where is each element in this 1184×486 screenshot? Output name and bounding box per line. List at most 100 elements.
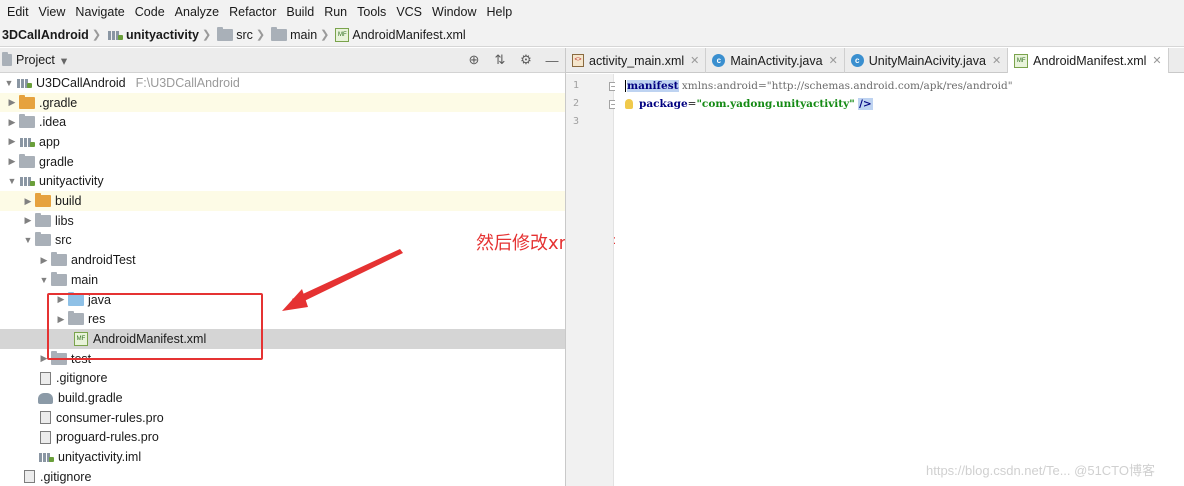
tree-item[interactable]: ▶ gradle (0, 152, 565, 172)
menu-tools[interactable]: Tools (352, 5, 391, 19)
tree-item[interactable]: ▶ libs (0, 211, 565, 231)
breadcrumb-module[interactable]: unityactivity (103, 28, 199, 42)
file-icon (40, 371, 51, 385)
gear-icon[interactable]: ⚙ (513, 52, 539, 68)
tree-item[interactable]: ▶ .idea (0, 112, 565, 132)
chevron-right-icon[interactable]: ▶ (5, 97, 19, 108)
breadcrumb-label: AndroidManifest.xml (352, 27, 466, 42)
folder-icon (19, 114, 35, 129)
tab-label: AndroidManifest.xml (1033, 53, 1147, 68)
file-icon (40, 430, 51, 444)
chevron-down-icon[interactable]: ▼ (21, 235, 35, 245)
collapse-icon[interactable]: ⇅ (487, 52, 513, 68)
chevron-right-icon[interactable]: ▶ (5, 156, 19, 167)
chevron-down-icon[interactable]: ▼ (2, 78, 16, 88)
menu-navigate[interactable]: Navigate (70, 5, 129, 19)
lightbulb-icon[interactable] (625, 99, 633, 109)
hide-icon[interactable]: — (539, 53, 565, 68)
menu-view[interactable]: View (34, 5, 71, 19)
xml-eq: = (757, 80, 767, 92)
breadcrumb-label: 3DCallAndroid (2, 27, 89, 42)
tree-item[interactable]: ▶ app (0, 132, 565, 152)
code-line-2: package = "com.yadong.unityactivity" /> (625, 95, 873, 113)
tree-item-label: .gradle (39, 95, 78, 110)
tree-item-label: build (55, 194, 82, 209)
tree-item-label: src (55, 233, 72, 248)
breadcrumb-src[interactable]: src (213, 26, 253, 42)
tree-item-label: main (71, 272, 99, 287)
chevron-down-icon[interactable]: ▼ (37, 275, 51, 285)
xml-eq: = (687, 98, 697, 110)
tree-item[interactable]: ▶ .gradle (0, 92, 565, 113)
close-icon[interactable]: ✕ (1152, 54, 1161, 67)
tree-item[interactable]: ▼ U3DCallAndroid F:\U3DCallAndroid (0, 73, 565, 93)
editor-gutter: 1 2 3 − − (566, 74, 618, 486)
tree-item-label: .idea (39, 115, 67, 130)
folder-icon (19, 94, 35, 109)
chevron-right-icon: ❯ (255, 29, 266, 41)
close-icon[interactable]: ✕ (992, 54, 1001, 67)
menu-vcs[interactable]: VCS (391, 5, 427, 19)
tree-item-label: proguard-rules.pro (56, 430, 159, 445)
line-number: 1 (572, 80, 579, 91)
menu-edit[interactable]: Edit (2, 5, 34, 19)
close-icon[interactable]: ✕ (690, 54, 699, 67)
menu-analyze[interactable]: Analyze (170, 5, 224, 19)
chevron-right-icon[interactable]: ▶ (21, 196, 35, 207)
breadcrumb-file[interactable]: MF AndroidManifest.xml (331, 27, 466, 42)
tab-label: MainActivity.java (730, 53, 823, 68)
breadcrumb: 3DCallAndroid ❯ unityactivity ❯ src ❯ ma… (0, 23, 1184, 47)
text-caret (625, 80, 626, 92)
chevron-right-icon: ❯ (91, 29, 102, 41)
xml-file-icon: <> (572, 54, 584, 67)
breadcrumb-label: src (236, 27, 253, 42)
tree-item[interactable]: consumer-rules.pro (0, 408, 565, 428)
tree-item[interactable]: ▼ unityactivity (0, 172, 565, 192)
menu-bar: Edit View Navigate Code Analyze Refactor… (0, 0, 1184, 23)
menu-code[interactable]: Code (130, 5, 170, 19)
chevron-right-icon: ❯ (201, 29, 212, 41)
code-line-1: manifest xmlns: android = "http://schema… (625, 77, 1013, 95)
chevron-right-icon: ❯ (320, 29, 330, 41)
tab-activity-main[interactable]: <> activity_main.xml ✕ (566, 48, 707, 73)
tab-unity-main-activity[interactable]: c UnityMainAcivity.java ✕ (845, 48, 1009, 73)
annotation-highlight-box (47, 293, 263, 360)
breadcrumb-project[interactable]: 3DCallAndroid (2, 28, 89, 42)
chevron-right-icon[interactable]: ▶ (5, 136, 19, 147)
menu-build[interactable]: Build (281, 5, 319, 19)
tree-item[interactable]: build.gradle (0, 388, 565, 408)
tree-item[interactable]: .gitignore (0, 467, 565, 486)
tree-item-label: .gitignore (56, 371, 108, 386)
xml-attr-value: "http://schemas.android.com/apk/res/andr… (766, 80, 1013, 92)
tab-main-activity[interactable]: c MainActivity.java ✕ (706, 48, 845, 73)
tree-item-label: unityactivity.iml (58, 450, 142, 465)
module-folder-icon (16, 77, 32, 89)
xml-tag: manifest (627, 80, 679, 92)
tree-item[interactable]: ▶ build (0, 191, 565, 211)
folder-icon (35, 232, 51, 247)
chevron-right-icon[interactable]: ▶ (21, 215, 35, 226)
chevron-right-icon[interactable]: ▶ (37, 255, 51, 266)
project-view-selector[interactable]: Project ▾ (0, 52, 67, 68)
menu-help[interactable]: Help (481, 5, 517, 19)
menu-run[interactable]: Run (319, 5, 352, 19)
xml-attr-name: package (639, 98, 688, 110)
tree-item-label: U3DCallAndroid (36, 75, 126, 90)
close-icon[interactable]: ✕ (829, 54, 838, 67)
tree-item[interactable]: proguard-rules.pro (0, 428, 565, 448)
annotation-arrow-icon (282, 249, 403, 311)
tree-item[interactable]: .gitignore (0, 369, 565, 389)
code-editor[interactable]: manifest xmlns: android = "http://schema… (615, 74, 1184, 486)
chevron-right-icon[interactable]: ▶ (5, 117, 19, 128)
locate-icon[interactable]: ⊕ (461, 52, 487, 68)
folder-icon (217, 26, 234, 41)
breadcrumb-main[interactable]: main (267, 26, 317, 42)
menu-refactor[interactable]: Refactor (224, 5, 281, 19)
menu-window[interactable]: Window (427, 5, 481, 19)
tree-item-label: gradle (39, 154, 74, 169)
project-title: Project (16, 53, 55, 67)
chevron-down-icon[interactable]: ▼ (5, 176, 19, 186)
tree-item[interactable]: unityactivity.iml (0, 447, 565, 467)
tab-android-manifest[interactable]: MF AndroidManifest.xml ✕ (1008, 48, 1169, 73)
folder-icon (35, 212, 51, 227)
